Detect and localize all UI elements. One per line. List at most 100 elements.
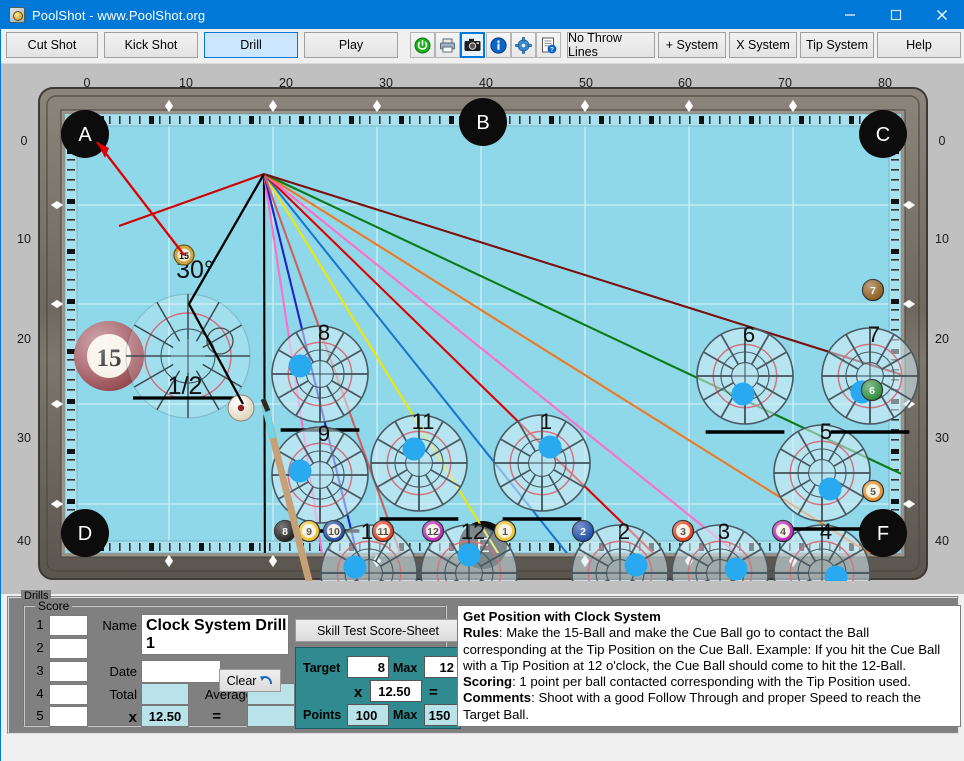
instructions-title: Get Position with Clock System [463, 609, 661, 624]
left-ruler-20: 20 [17, 332, 31, 346]
button-tip-system[interactable]: Tip System [800, 32, 874, 58]
tip-position-dot-6 [731, 382, 755, 406]
sheet-multiplier[interactable]: 12.50 [370, 680, 422, 702]
score-input-4[interactable] [49, 684, 88, 705]
camera-icon-button[interactable] [460, 32, 485, 58]
tip-position-dot-3 [724, 557, 748, 581]
app-icon [9, 7, 25, 23]
info-icon-button[interactable] [486, 32, 511, 58]
clock-label-12: 12 [461, 519, 485, 544]
clock-label-3: 3 [718, 519, 730, 544]
rail-ball-3[interactable]: 3 [671, 519, 695, 543]
maximize-button[interactable] [873, 1, 919, 29]
score-input-2[interactable] [49, 638, 88, 659]
right-ruler-30: 30 [935, 431, 949, 445]
target-value[interactable]: 8 [347, 656, 389, 678]
rail-ball-12[interactable]: 12 [421, 519, 445, 543]
rail-ball-6[interactable]: 6 [860, 378, 884, 402]
left-ruler-40: 40 [17, 534, 31, 548]
clock-label-4: 4 [820, 519, 832, 544]
instructions-panel[interactable]: Get Position with Clock System Rules: Ma… [457, 605, 961, 727]
skill-test-score-sheet-label: Skill Test Score-Sheet [316, 623, 440, 638]
button-help[interactable]: Help [877, 32, 961, 58]
printer-icon-button[interactable] [435, 32, 460, 58]
rail-ball-2[interactable]: 2 [571, 519, 595, 543]
tab-drill[interactable]: Drill [204, 32, 298, 58]
skill-test-box: Target 8 Max 12 x 12.50 = Points 100 Max… [295, 647, 461, 729]
points-max-label: Max [393, 708, 418, 722]
tip-position-dot-10 [343, 555, 367, 579]
scoring-label: Scoring [463, 674, 513, 690]
points-label: Points [303, 708, 342, 722]
clock-label-9: 9 [318, 421, 330, 446]
score-input-3[interactable] [49, 661, 88, 682]
rail-ball-10[interactable]: 10 [322, 519, 346, 543]
score-row-number-3: 3 [36, 663, 44, 678]
clock-label-2: 2 [618, 519, 630, 544]
tip-position-dot-8 [288, 354, 312, 378]
tip-position-dot-5 [818, 477, 842, 501]
clock-label-5: 5 [820, 419, 832, 444]
pocket-label-C: C [876, 124, 890, 146]
multiplier-input[interactable]: 12.50 [141, 705, 189, 727]
close-button[interactable] [919, 1, 964, 29]
pocket-label-F: F [877, 523, 889, 545]
help-document-icon-button[interactable]: ? [536, 32, 561, 58]
clock-label-7: 7 [868, 322, 880, 347]
clock-label-11: 11 [412, 409, 435, 434]
drill-name-input[interactable]: Clock System Drill 1 [141, 614, 289, 655]
rail-ball-11[interactable]: 11 [371, 519, 395, 543]
tip-position-dot-9 [288, 459, 312, 483]
table-canvas[interactable]: A B C D E F 891011121234567 891011121234… [37, 86, 929, 622]
right-ruler-10: 10 [935, 232, 949, 246]
clock-label-8: 8 [318, 320, 330, 345]
left-ruler-0: 0 [20, 134, 28, 148]
settings-gear-icon-button[interactable] [511, 32, 536, 58]
button-no-throw-lines[interactable]: No Throw Lines [567, 31, 655, 59]
skill-test-score-sheet-button[interactable]: Skill Test Score-Sheet [295, 619, 461, 642]
score-row-number-5: 5 [36, 708, 44, 723]
multiply-symbol: x [128, 709, 137, 726]
points-value: 100 [347, 704, 389, 726]
pocket-label-D: D [78, 523, 92, 545]
rail-ball-7[interactable]: 7 [861, 278, 885, 302]
rail-ball-5[interactable]: 5 [861, 479, 885, 503]
title-bar: PoolShot - www.PoolShot.org [1, 1, 964, 29]
button-x-system[interactable]: X System [729, 32, 797, 58]
tab-play[interactable]: Play [304, 32, 398, 58]
total-label: Total [109, 687, 137, 702]
points-max-value: 150 [424, 704, 458, 726]
power-icon-button[interactable] [410, 32, 435, 58]
minimize-button[interactable] [827, 1, 873, 29]
tip-position-dot-11 [402, 437, 426, 461]
poolshot-window: PoolShot - www.PoolShot.org Cut Shot Kic… [0, 0, 964, 761]
score-input-5[interactable] [49, 706, 88, 727]
button-plus-system[interactable]: + System [658, 32, 726, 58]
tab-cut-shot[interactable]: Cut Shot [6, 32, 98, 58]
drills-group: Drills Score 1 2 3 4 5 Name Date Total x… [7, 590, 961, 734]
tab-kick-shot[interactable]: Kick Shot [104, 32, 198, 58]
target-max-value: 12 [424, 656, 458, 678]
score-row-number-4: 4 [36, 686, 44, 701]
scoring-text: : 1 point per ball contacted correspondi… [512, 674, 911, 690]
clock-label-1: 1 [540, 409, 552, 434]
tip-position-dot-12 [457, 543, 481, 567]
left-ruler-10: 10 [17, 232, 31, 246]
window-controls [827, 1, 964, 29]
pool-table[interactable]: A B C D E F 891011121234567 891011121234… [37, 86, 929, 622]
date-input[interactable] [141, 660, 221, 683]
right-ruler-40: 40 [935, 534, 949, 548]
target-max-label: Max [393, 661, 418, 675]
score-group: Score 1 2 3 4 5 Name Date Total x Clock … [23, 599, 461, 729]
undo-arrow-icon [260, 676, 273, 685]
date-label: Date [109, 664, 137, 679]
left-ruler-30: 30 [17, 431, 31, 445]
rail-ball-1[interactable]: 1 [493, 519, 517, 543]
right-ruler-0: 0 [938, 134, 946, 148]
score-input-1[interactable] [49, 615, 88, 636]
clear-button[interactable]: Clear [219, 669, 281, 692]
pocket-label-A: A [78, 124, 92, 146]
rail-ball-4[interactable]: 4 [771, 519, 795, 543]
score-row-number-1: 1 [36, 617, 44, 632]
score-legend: Score [35, 599, 73, 613]
